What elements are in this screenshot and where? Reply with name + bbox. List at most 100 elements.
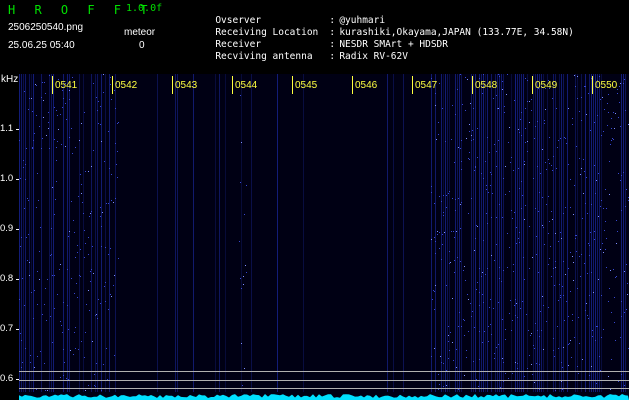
noise-speckle	[28, 109, 29, 110]
noise-streak	[625, 74, 626, 392]
noise-speckle	[21, 237, 22, 238]
noise-speckle	[589, 295, 590, 296]
noise-speckle	[511, 157, 512, 158]
noise-speckle	[65, 146, 66, 147]
noise-speckle	[29, 98, 30, 99]
noise-speckle	[603, 208, 604, 209]
noise-speckle	[591, 204, 592, 205]
noise-speckle	[98, 299, 99, 300]
noise-speckle	[75, 147, 76, 148]
noise-speckle	[582, 218, 583, 219]
noise-streak	[483, 74, 484, 392]
noise-speckle	[498, 140, 499, 141]
noise-speckle	[23, 167, 24, 168]
noise-speckle	[435, 253, 436, 254]
noise-speckle	[585, 203, 586, 204]
noise-speckle	[560, 295, 561, 296]
noise-speckle	[521, 112, 522, 113]
noise-speckle	[551, 211, 552, 212]
noise-speckle	[573, 280, 574, 281]
time-label: 0550	[595, 80, 618, 91]
noise-streak	[479, 74, 480, 392]
noise-speckle	[85, 171, 86, 172]
noise-speckle	[82, 202, 83, 203]
noise-speckle	[568, 164, 569, 165]
noise-speckle	[557, 147, 558, 148]
noise-speckle	[105, 282, 106, 283]
noise-speckle	[535, 323, 536, 324]
noise-speckle	[624, 271, 625, 272]
noise-speckle	[588, 243, 589, 244]
noise-speckle	[468, 213, 469, 214]
noise-speckle	[104, 161, 105, 162]
noise-speckle	[460, 261, 461, 262]
noise-speckle	[60, 264, 61, 265]
noise-speckle	[63, 375, 64, 376]
noise-speckle	[115, 198, 116, 199]
noise-speckle	[479, 305, 480, 306]
noise-speckle	[464, 335, 465, 336]
noise-speckle	[507, 267, 508, 268]
noise-speckle	[108, 254, 109, 255]
noise-speckle	[592, 330, 593, 331]
noise-speckle	[544, 120, 545, 121]
time-marker	[292, 76, 293, 94]
noise-streak	[621, 74, 622, 392]
noise-speckle	[21, 340, 22, 341]
noise-speckle	[32, 148, 33, 149]
noise-speckle	[89, 216, 90, 217]
noise-speckle	[555, 233, 556, 234]
noise-speckle	[452, 298, 453, 299]
noise-speckle	[531, 364, 532, 365]
noise-speckle	[63, 98, 64, 99]
noise-speckle	[58, 129, 59, 130]
noise-speckle	[583, 193, 584, 194]
noise-speckle	[56, 181, 57, 182]
noise-speckle	[565, 274, 566, 275]
noise-speckle	[50, 255, 51, 256]
noise-speckle	[20, 178, 21, 179]
noise-speckle	[448, 335, 449, 336]
noise-speckle	[607, 103, 608, 104]
noise-speckle	[34, 367, 35, 368]
y-tick-label: 1.1	[0, 123, 14, 134]
noise-speckle	[477, 157, 478, 158]
noise-speckle	[37, 304, 38, 305]
noise-speckle	[466, 357, 467, 358]
noise-streak	[41, 74, 42, 392]
time-label: 0546	[355, 80, 378, 91]
noise-speckle	[434, 203, 435, 204]
noise-speckle	[472, 130, 473, 131]
noise-speckle	[498, 344, 499, 345]
noise-speckle	[548, 264, 549, 265]
noise-streak	[501, 74, 502, 392]
noise-speckle	[26, 148, 27, 149]
noise-speckle	[602, 97, 603, 98]
noise-speckle	[446, 385, 447, 386]
noise-streak	[95, 74, 96, 392]
noise-speckle	[459, 312, 460, 313]
noise-speckle	[578, 373, 579, 374]
noise-speckle	[56, 160, 57, 161]
time-marker	[532, 76, 533, 94]
noise-speckle	[522, 301, 523, 302]
noise-speckle	[529, 268, 530, 269]
noise-speckle	[514, 305, 515, 306]
noise-speckle	[24, 305, 25, 306]
noise-streak	[455, 74, 456, 392]
noise-speckle	[603, 252, 604, 253]
noise-speckle	[30, 362, 31, 363]
noise-speckle	[439, 232, 440, 233]
noise-speckle	[452, 198, 453, 199]
noise-speckle	[451, 231, 452, 232]
noise-speckle	[441, 201, 442, 202]
noise-speckle	[491, 255, 492, 256]
noise-speckle	[505, 339, 506, 340]
noise-streak	[277, 74, 278, 392]
noise-speckle	[68, 329, 69, 330]
noise-speckle	[513, 271, 514, 272]
y-tick	[16, 329, 19, 330]
noise-streak	[387, 74, 388, 392]
noise-speckle	[446, 195, 447, 196]
noise-speckle	[595, 193, 596, 194]
